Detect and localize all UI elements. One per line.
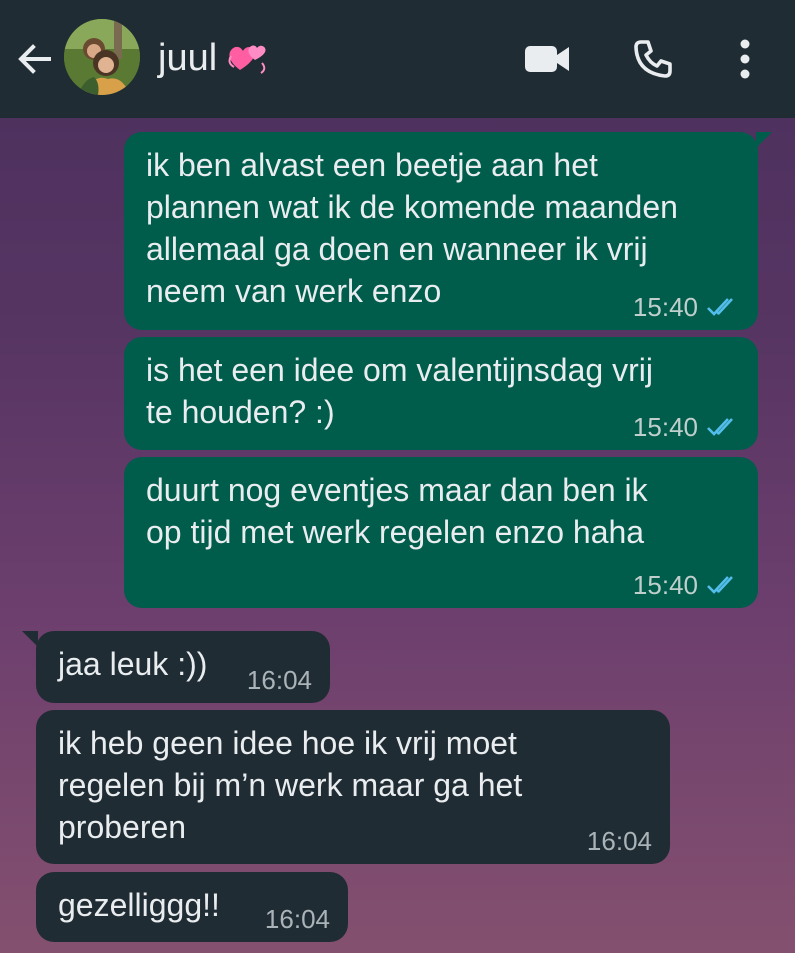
- incoming-message[interactable]: ik heb geen idee hoe ik vrij moet regele…: [36, 710, 670, 864]
- arrow-left-icon: [18, 44, 51, 74]
- outgoing-message[interactable]: ik ben alvast een beetje aan het plannen…: [124, 132, 772, 330]
- phone-icon: [634, 40, 672, 78]
- vertical-dots-icon: [740, 39, 750, 79]
- incoming-message[interactable]: jaa leuk :)) 16:04: [22, 631, 330, 703]
- message-text: duurt nog eventjes maar dan ben ik op ti…: [146, 472, 648, 550]
- back-button[interactable]: [14, 38, 56, 80]
- video-camera-icon: [525, 46, 569, 72]
- message-time: 16:04: [246, 665, 312, 695]
- profile-photo: [64, 19, 140, 95]
- outgoing-message[interactable]: is het een idee om valentijnsdag vrij te…: [124, 337, 758, 450]
- message-time: 15:40: [632, 292, 698, 322]
- double-check-read-icon: [707, 418, 733, 436]
- message-time: 16:04: [586, 826, 652, 856]
- message-time: 15:40: [632, 570, 698, 600]
- voice-call-button[interactable]: [628, 34, 678, 84]
- bubble-tail: [756, 132, 772, 148]
- message-text: ik ben alvast een beetje aan het plannen…: [146, 147, 678, 309]
- double-check-read-icon: [707, 576, 733, 594]
- message-meta: 15:40: [633, 292, 740, 322]
- more-options-button[interactable]: [720, 34, 770, 84]
- message-text: ik heb geen idee hoe ik vrij moet regele…: [58, 725, 523, 845]
- bubble-tail: [22, 631, 38, 647]
- contact-name-row[interactable]: juul: [158, 34, 269, 82]
- outgoing-message[interactable]: duurt nog eventjes maar dan ben ik op ti…: [124, 457, 758, 608]
- message-time: 15:40: [632, 412, 698, 442]
- double-check-read-icon: [707, 298, 733, 316]
- contact-name: juul: [158, 37, 218, 79]
- avatar[interactable]: [64, 19, 140, 95]
- message-time: 16:04: [264, 904, 330, 934]
- message-meta: 16:04: [587, 826, 652, 856]
- message-meta: 16:04: [265, 904, 330, 934]
- two-hearts-icon: [228, 45, 266, 74]
- message-meta: 15:40: [633, 570, 740, 600]
- message-meta: 16:04: [247, 665, 312, 695]
- message-meta: 15:40: [633, 412, 740, 442]
- video-call-button[interactable]: [522, 34, 572, 84]
- chat-header: juul: [0, 0, 795, 118]
- incoming-message[interactable]: gezelliggg!! 16:04: [36, 872, 348, 942]
